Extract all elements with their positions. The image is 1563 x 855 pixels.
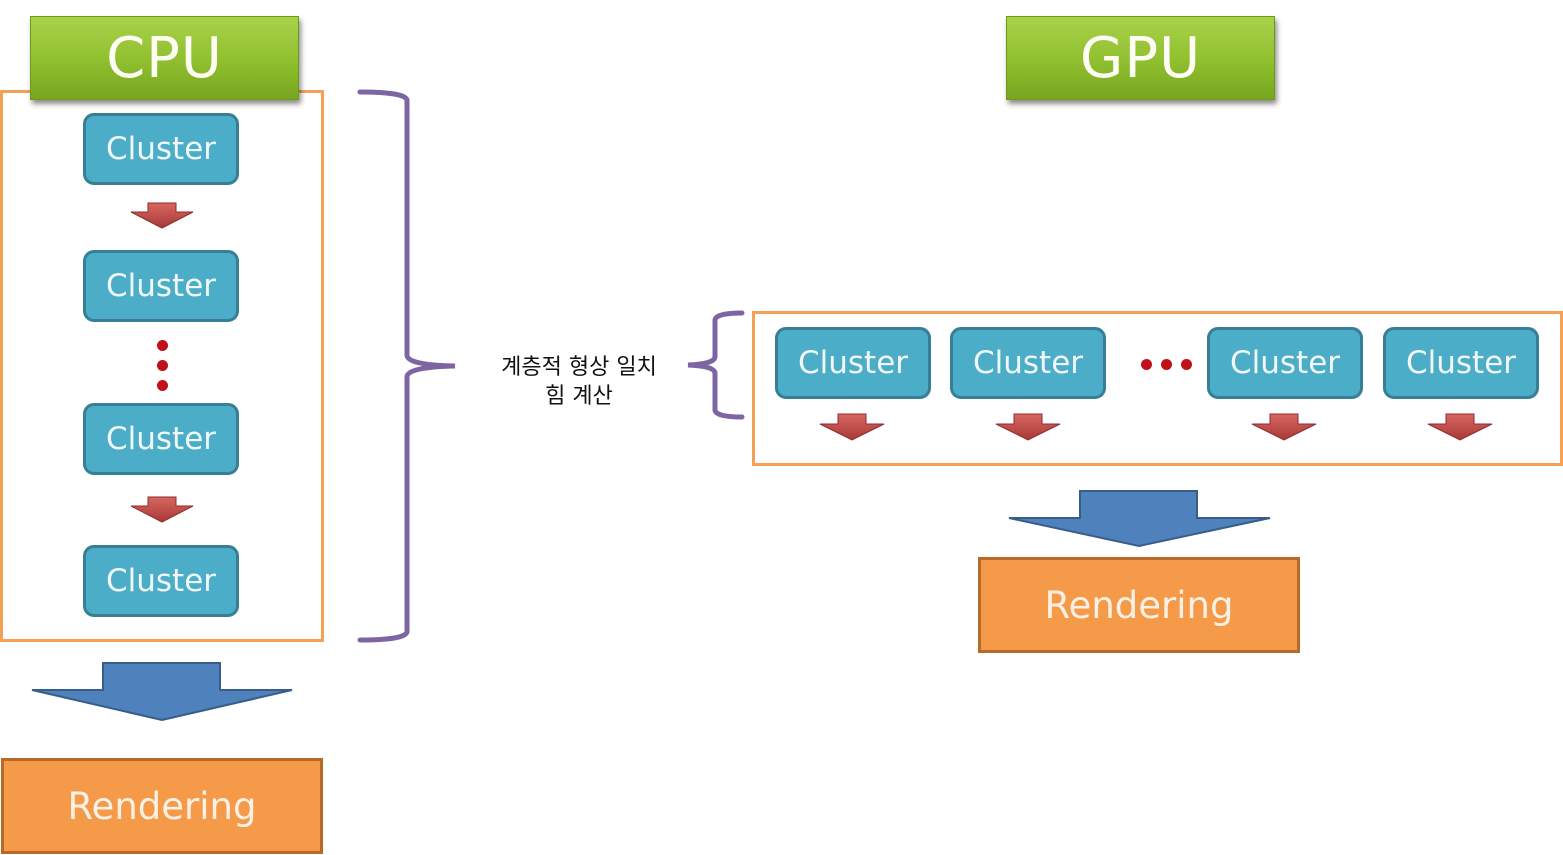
cpu-rendering-box: Rendering [1, 758, 323, 854]
cpu-title: CPU [30, 16, 299, 100]
bracket-label: 계층적 형상 일치 힘 계산 [470, 353, 688, 411]
vertical-ellipsis-dot-2 [157, 360, 168, 371]
gpu-cluster-2: Cluster [950, 327, 1106, 399]
cpu-curly-bracket [357, 89, 456, 643]
gpu-cluster-3: Cluster [1207, 327, 1363, 399]
bracket-label-line-2: 힘 계산 [545, 384, 613, 409]
gpu-cluster-4: Cluster [1383, 327, 1539, 399]
gpu-cluster-1: Cluster [775, 327, 931, 399]
gpu-rendering-box: Rendering [978, 557, 1300, 653]
cpu-to-rendering-arrow-icon [31, 662, 293, 722]
vertical-ellipsis-dot-3 [157, 380, 168, 391]
gpu-to-rendering-arrow-icon [1008, 490, 1271, 548]
horizontal-ellipsis-dot-2 [1161, 359, 1172, 370]
horizontal-ellipsis-dot-1 [1141, 359, 1152, 370]
cpu-cluster-3: Cluster [83, 403, 239, 475]
cpu-cluster-1: Cluster [83, 113, 239, 185]
horizontal-ellipsis-dot-3 [1181, 359, 1192, 370]
cpu-cluster-4: Cluster [83, 545, 239, 617]
gpu-title: GPU [1006, 16, 1275, 100]
gpu-curly-bracket [687, 310, 745, 420]
cpu-cluster-2: Cluster [83, 250, 239, 322]
bracket-label-line-1: 계층적 형상 일치 [501, 355, 657, 380]
vertical-ellipsis-dot-1 [157, 340, 168, 351]
